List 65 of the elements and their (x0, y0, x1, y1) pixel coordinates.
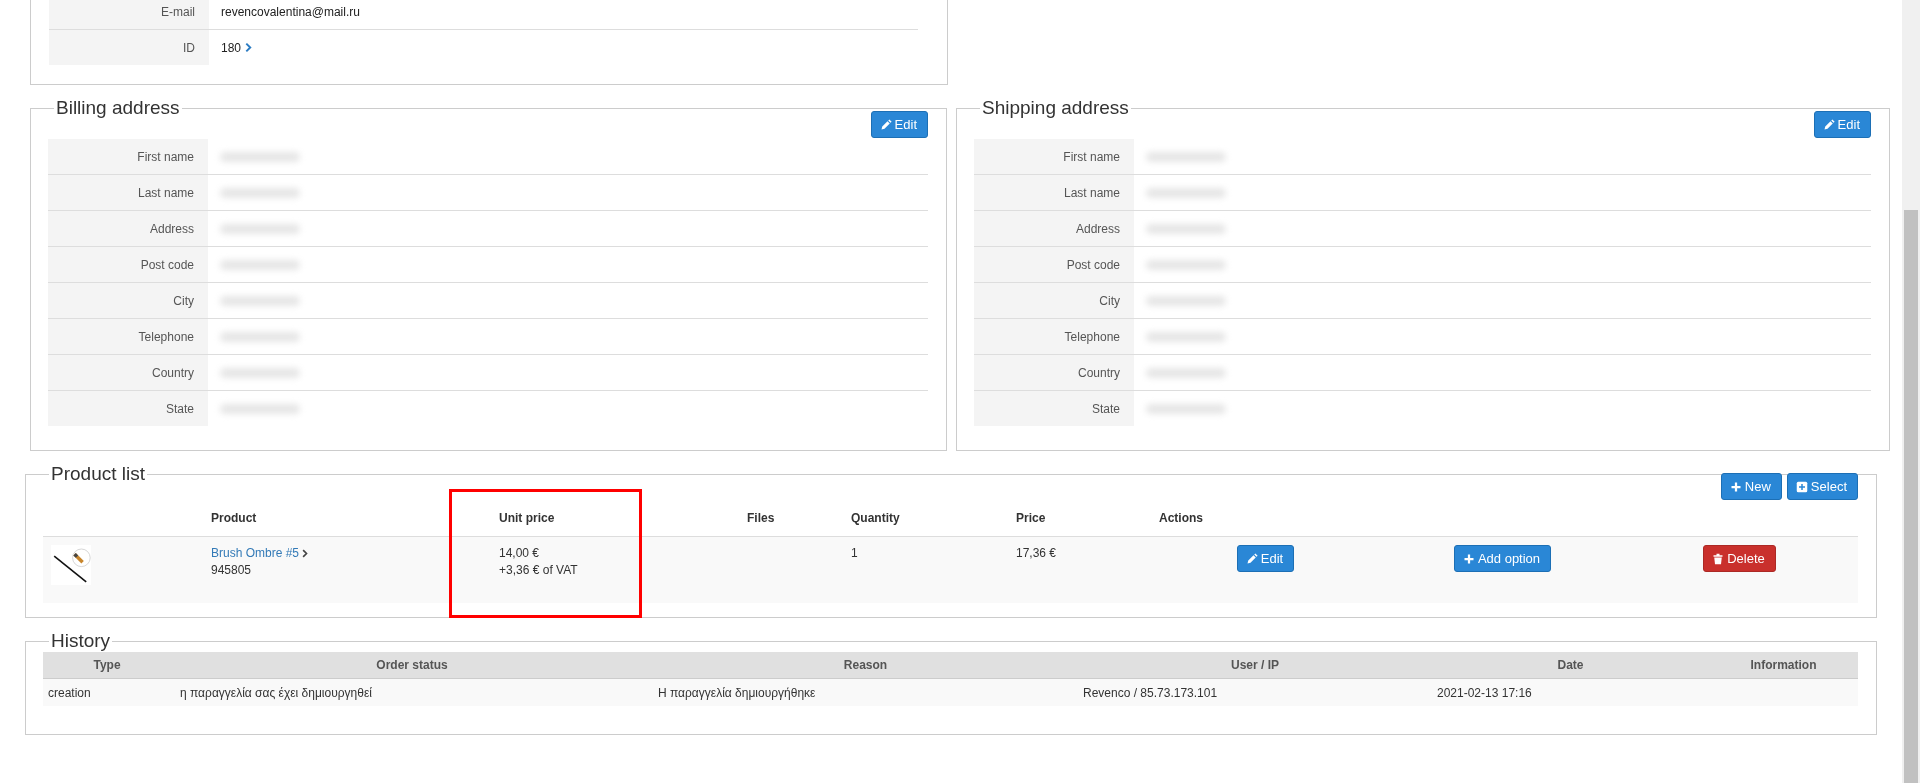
pencil-icon (1245, 552, 1258, 565)
column-header: Information (1709, 652, 1858, 679)
field-label: Country (974, 355, 1134, 390)
scrollbar[interactable] (1902, 0, 1920, 783)
chevron-right-icon[interactable] (245, 42, 253, 53)
pencil-icon (879, 118, 892, 131)
field-value: 180 (221, 40, 242, 55)
table-cell: η παραγγελία σας έχει δημιουργηθεί (180, 685, 372, 700)
section-title: History (50, 630, 112, 652)
field-label: Telephone (974, 319, 1134, 354)
column-header: User / IP (1078, 652, 1432, 679)
product-sku: 945805 (211, 562, 253, 579)
table-cell: creation (48, 685, 91, 700)
column-header: Type (43, 652, 171, 679)
field-label: Address (974, 211, 1134, 246)
unit-price: 14,00 € (499, 545, 541, 562)
field-label: State (48, 391, 208, 426)
field-label: First name (974, 139, 1134, 174)
field-label: Post code (974, 247, 1134, 282)
column-header: Reason (653, 652, 1078, 679)
section-title: Shipping address (981, 97, 1130, 119)
select-button[interactable]: Select (1786, 473, 1858, 500)
vat-amount: +3,36 € of VAT (499, 562, 579, 579)
column-header: Date (1432, 652, 1709, 679)
add-option-button[interactable]: Add option (1453, 545, 1552, 572)
field-label: Last name (48, 175, 208, 210)
column-header: Files (735, 500, 839, 537)
field-label: Last name (974, 175, 1134, 210)
column-header: Unit price (487, 500, 735, 537)
table-cell: Η παραγγελία δημιουργήθηκε (658, 685, 816, 700)
section-title: Product list (50, 463, 146, 485)
edit-button[interactable]: Edit (1813, 111, 1871, 138)
field-label: City (48, 283, 208, 318)
table-cell: 1 (851, 546, 858, 560)
field-label: Address (48, 211, 208, 246)
field-label: Post code (48, 247, 208, 282)
table-cell: Revenco / 85.73.173.101 (1083, 685, 1218, 700)
field-label: City (974, 283, 1134, 318)
table-cell: 2021-02-13 17:16 (1437, 685, 1532, 700)
table-cell: 17,36 € (1016, 546, 1057, 560)
new-button[interactable]: New (1720, 473, 1782, 500)
field-label: Country (48, 355, 208, 390)
field-label: First name (48, 139, 208, 174)
plus-icon (1462, 552, 1475, 565)
plus-square-icon (1795, 480, 1808, 493)
pencil-icon (1822, 118, 1835, 131)
field-label: ID (49, 30, 209, 65)
column-header: Product (199, 500, 487, 537)
edit-button[interactable]: Edit (870, 111, 928, 138)
product-link[interactable]: Brush Ombre #5 (211, 545, 300, 562)
delete-button[interactable]: Delete (1703, 545, 1776, 572)
column-header: Actions (1147, 500, 1858, 537)
edit-button[interactable]: Edit (1236, 545, 1295, 572)
column-header: Order status (171, 652, 653, 679)
field-value: revencovalentina@mail.ru (221, 4, 360, 19)
trash-icon (1712, 552, 1725, 565)
field-label: Telephone (48, 319, 208, 354)
column-header: Price (1004, 500, 1147, 537)
field-label: State (974, 391, 1134, 426)
brush-drawing (51, 545, 91, 585)
column-header: Quantity (839, 500, 1004, 537)
field-label: E-mail (49, 0, 209, 29)
chevron-right-icon[interactable] (302, 549, 309, 558)
plus-icon (1729, 480, 1742, 493)
section-title: Billing address (55, 97, 181, 119)
